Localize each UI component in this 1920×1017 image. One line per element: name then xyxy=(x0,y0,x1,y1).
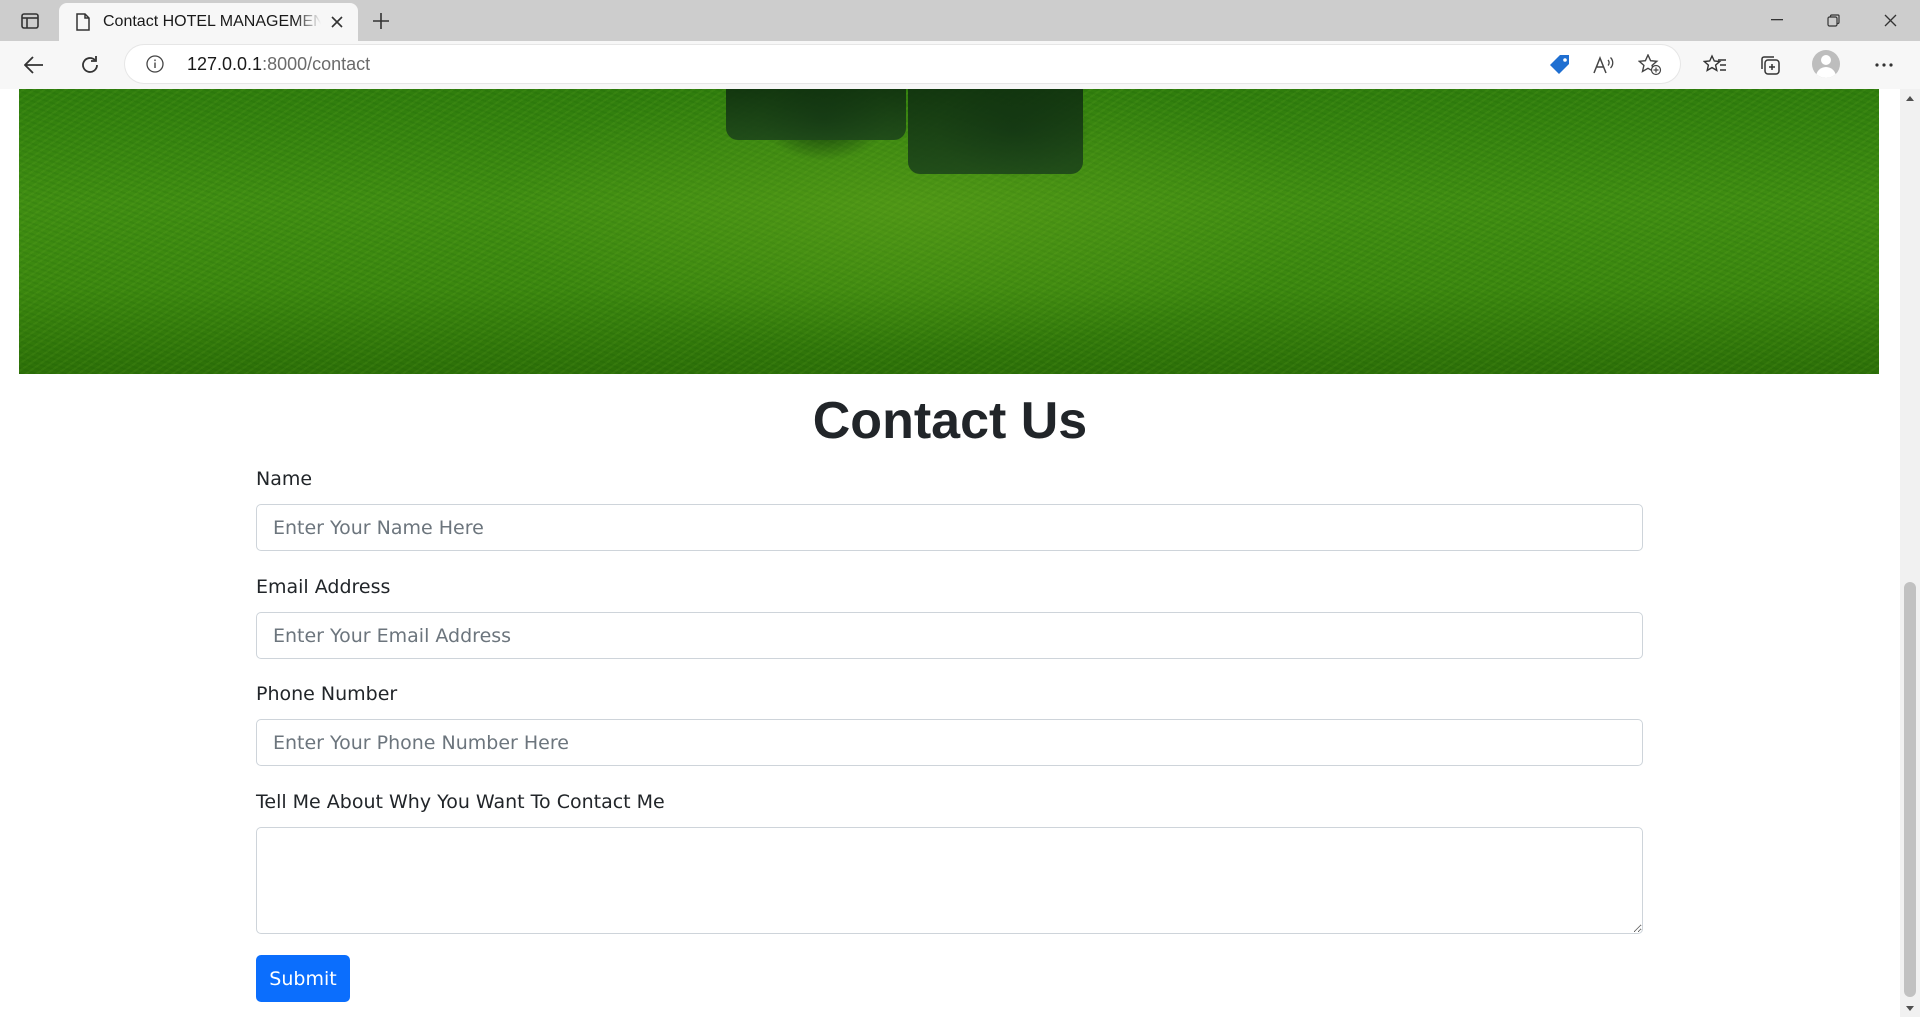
restore-icon[interactable] xyxy=(1805,0,1861,40)
scroll-down-icon[interactable] xyxy=(1900,999,1920,1017)
plus-icon[interactable] xyxy=(367,7,395,35)
sidebar-icon[interactable] xyxy=(14,9,46,33)
read-aloud-icon[interactable] xyxy=(1591,52,1617,78)
hero-image xyxy=(19,89,1879,374)
add-favorite-icon[interactable] xyxy=(1637,52,1663,78)
message-textarea[interactable] xyxy=(256,827,1643,934)
submit-button[interactable]: Submit xyxy=(256,955,350,1002)
close-icon[interactable] xyxy=(325,10,349,34)
tag-icon[interactable] xyxy=(1547,52,1573,78)
page-title: Contact Us xyxy=(812,392,1088,450)
url-host: 127.0.0.1 xyxy=(187,54,263,74)
page-scrollbar[interactable] xyxy=(1900,89,1920,1017)
refresh-icon[interactable] xyxy=(72,47,108,83)
url-path: :8000/contact xyxy=(262,54,371,74)
page-viewport: Contact Us Name Email Address Phone Numb… xyxy=(0,89,1900,1017)
name-input[interactable] xyxy=(256,504,1643,551)
email-label: Email Address xyxy=(256,576,391,598)
hero-shadow-left xyxy=(726,89,906,140)
collections-icon[interactable] xyxy=(1752,47,1788,83)
profile-icon[interactable] xyxy=(1812,50,1840,78)
message-label: Tell Me About Why You Want To Contact Me xyxy=(256,791,665,813)
email-input[interactable] xyxy=(256,612,1643,659)
minimize-icon[interactable] xyxy=(1749,0,1805,40)
back-icon[interactable] xyxy=(16,47,52,83)
phone-label: Phone Number xyxy=(256,683,398,705)
browser-toolbar: 127.0.0.1:8000/contact xyxy=(0,41,1920,90)
name-label: Name xyxy=(256,468,313,490)
scroll-up-icon[interactable] xyxy=(1900,89,1920,107)
more-icon[interactable] xyxy=(1866,47,1902,83)
page-icon xyxy=(73,12,93,32)
address-bar[interactable]: 127.0.0.1:8000/contact xyxy=(125,45,1680,83)
window-close-icon[interactable] xyxy=(1862,0,1918,40)
browser-tab[interactable]: Contact HOTEL MANAGEMENT WEBSITE xyxy=(59,3,358,41)
phone-input[interactable] xyxy=(256,719,1643,766)
scrollbar-thumb[interactable] xyxy=(1904,582,1916,997)
hero-shadow-right xyxy=(908,89,1083,174)
info-icon[interactable] xyxy=(145,54,165,74)
favorites-icon[interactable] xyxy=(1697,47,1733,83)
tab-title: Contact HOTEL MANAGEMENT WEBSITE xyxy=(103,13,321,30)
url-text: 127.0.0.1:8000/contact xyxy=(187,54,370,75)
tab-bar: Contact HOTEL MANAGEMENT WEBSITE xyxy=(0,0,1920,41)
